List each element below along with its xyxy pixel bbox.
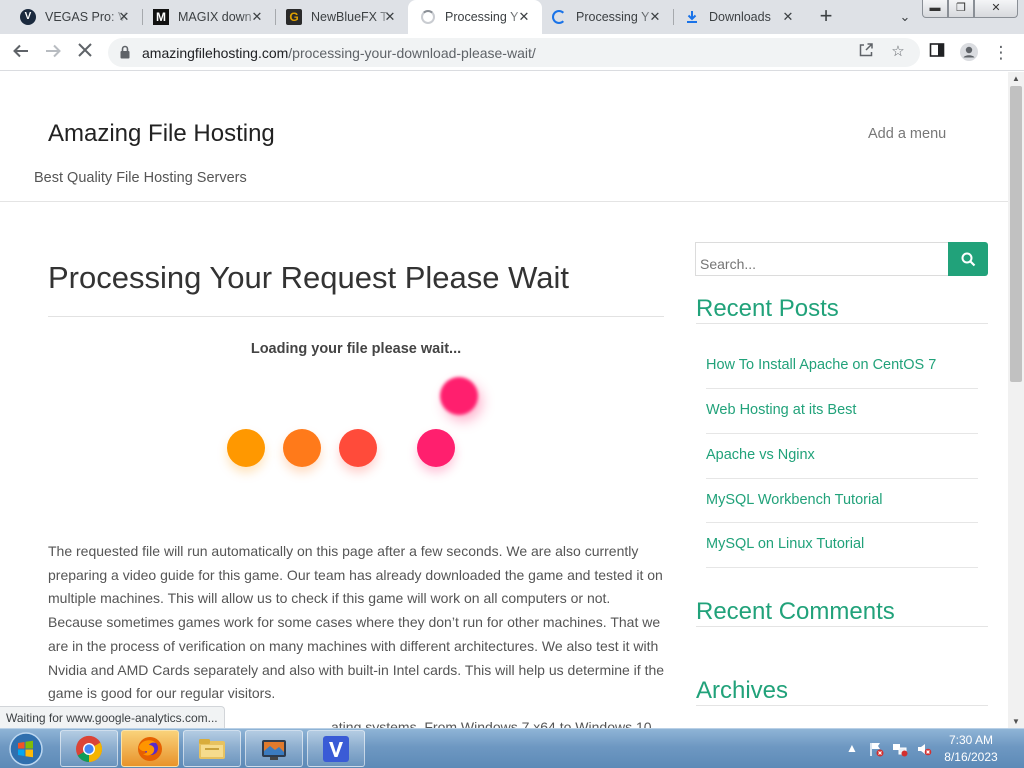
loader-dot <box>339 429 377 467</box>
close-icon[interactable]: ✕ <box>382 9 398 25</box>
loader-dot <box>227 429 265 467</box>
clock-time[interactable]: 7:30 AM <box>940 733 1002 747</box>
recent-post-link[interactable]: MySQL on Linux Tutorial <box>706 536 864 552</box>
taskbar-media-app[interactable] <box>245 730 303 767</box>
vertical-scrollbar[interactable]: ▲ ▼ <box>1008 72 1024 728</box>
close-icon[interactable]: ✕ <box>780 9 796 25</box>
search-button[interactable] <box>948 242 988 276</box>
search-input[interactable] <box>695 242 949 276</box>
close-window-button[interactable]: ✕ <box>974 0 1018 18</box>
taskbar-chrome[interactable] <box>60 730 118 767</box>
lock-icon[interactable] <box>120 45 130 59</box>
newbluefx-favicon-icon: G <box>286 9 302 25</box>
minimize-button[interactable]: ▬ <box>922 0 948 18</box>
header-divider <box>0 201 1008 202</box>
loading-spinner-icon <box>551 9 567 25</box>
back-arrow-icon[interactable] <box>10 42 32 64</box>
recent-comments-heading: Recent Comments <box>696 598 895 625</box>
volume-muted-icon[interactable] <box>916 741 932 760</box>
title-divider <box>48 316 664 317</box>
firefox-icon <box>138 736 162 761</box>
profile-avatar-icon[interactable] <box>958 42 980 64</box>
scrollbar-thumb[interactable] <box>1010 86 1022 382</box>
taskbar-firefox[interactable] <box>121 730 179 767</box>
close-icon[interactable]: ✕ <box>249 9 265 25</box>
loader-dot-moving <box>440 377 478 415</box>
page-title: Processing Your Request Please Wait <box>48 260 569 295</box>
archives-heading: Archives <box>696 677 789 704</box>
tab-strip: V VEGAS Pro: V ✕ M MAGIX down ✕ G NewBlu… <box>0 0 1024 34</box>
vegas-v-icon <box>323 735 349 762</box>
tab-magix[interactable]: M MAGIX down ✕ <box>133 0 275 34</box>
action-center-flag-icon[interactable] <box>868 741 884 760</box>
windows-logo-icon <box>9 732 43 766</box>
tab-search-chevron-icon[interactable]: ⌄ <box>895 7 915 27</box>
recent-post-link[interactable]: MySQL Workbench Tutorial <box>706 492 883 508</box>
widget-divider <box>696 626 988 627</box>
post-divider <box>706 388 978 389</box>
chrome-icon <box>76 735 103 762</box>
address-bar[interactable]: amazingfilehosting.com/processing-your-d… <box>108 38 920 67</box>
tab-downloads[interactable]: Downloads ✕ <box>664 0 806 34</box>
download-icon <box>684 9 700 25</box>
loading-spinner-icon <box>420 9 436 25</box>
forward-arrow-icon[interactable] <box>42 42 64 64</box>
folder-icon <box>199 738 225 759</box>
start-button[interactable] <box>4 730 48 768</box>
article-paragraph: The requested file will run automaticall… <box>48 543 665 702</box>
add-menu-link[interactable]: Add a menu <box>868 126 946 142</box>
widget-divider <box>696 323 988 324</box>
network-icon[interactable] <box>892 741 908 760</box>
site-tagline: Best Quality File Hosting Servers <box>34 170 247 186</box>
stop-loading-icon[interactable] <box>74 42 96 64</box>
scroll-down-arrow-icon[interactable]: ▼ <box>1012 717 1020 726</box>
loading-message: Loading your file please wait... <box>250 341 462 357</box>
post-divider <box>706 478 978 479</box>
url-text[interactable]: amazingfilehosting.com/processing-your-d… <box>142 45 536 61</box>
clock-date[interactable]: 8/16/2023 <box>940 750 1002 764</box>
post-divider <box>706 522 978 523</box>
page-viewport: Amazing File Hosting Best Quality File H… <box>0 72 1008 728</box>
browser-toolbar: amazingfilehosting.com/processing-your-d… <box>0 34 1024 71</box>
bookmark-star-icon[interactable]: ☆ <box>888 42 908 62</box>
site-title[interactable]: Amazing File Hosting <box>48 120 275 148</box>
loader-dot <box>283 429 321 467</box>
tab-processing[interactable]: Processing Y ✕ <box>531 0 673 34</box>
restore-button[interactable]: ❐ <box>948 0 974 18</box>
close-icon[interactable]: ✕ <box>516 9 532 25</box>
new-tab-button[interactable]: + <box>815 5 837 28</box>
magix-favicon-icon: M <box>153 9 169 25</box>
search-icon <box>961 252 975 266</box>
close-icon[interactable]: ✕ <box>116 9 132 25</box>
side-panel-icon[interactable] <box>926 42 948 64</box>
taskbar-vegas[interactable] <box>307 730 365 767</box>
loader-dot <box>417 429 455 467</box>
recent-post-link[interactable]: Apache vs Nginx <box>706 447 815 463</box>
taskbar-file-explorer[interactable] <box>183 730 241 767</box>
recent-post-link[interactable]: How To Install Apache on CentOS 7 <box>706 357 936 373</box>
recent-posts-heading: Recent Posts <box>696 295 839 322</box>
tv-media-icon <box>262 739 286 760</box>
widget-divider <box>696 705 988 706</box>
tab-processing-active[interactable]: Processing Y ✕ <box>408 0 542 34</box>
scroll-up-arrow-icon[interactable]: ▲ <box>1012 74 1020 83</box>
tab-vegas[interactable]: V VEGAS Pro: V ✕ <box>0 0 142 34</box>
status-bubble: Waiting for www.google-analytics.com... <box>0 706 225 728</box>
vegas-favicon-icon: V <box>20 9 36 25</box>
post-divider <box>706 433 978 434</box>
show-hidden-icons-arrow-icon[interactable]: ▲ <box>846 741 858 755</box>
share-icon[interactable] <box>856 42 876 62</box>
windows-taskbar: ▲ 7:30 AM 8/16/2023 <box>0 728 1024 768</box>
menu-kebab-icon[interactable]: ⋮ <box>990 42 1012 64</box>
close-icon[interactable]: ✕ <box>647 9 663 25</box>
recent-post-link[interactable]: Web Hosting at its Best <box>706 402 856 418</box>
post-divider <box>706 567 978 568</box>
window-controls: ▬ ❐ ✕ <box>922 0 1018 18</box>
tab-newbluefx[interactable]: G NewBlueFX T ✕ <box>266 0 408 34</box>
